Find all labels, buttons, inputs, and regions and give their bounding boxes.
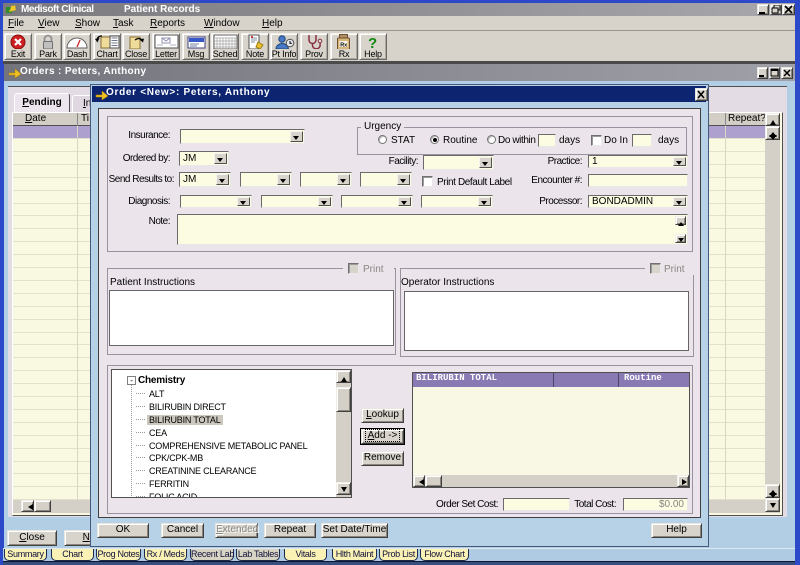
svg-text:?: ?: [368, 35, 377, 50]
svg-text:Rx: Rx: [340, 42, 348, 48]
